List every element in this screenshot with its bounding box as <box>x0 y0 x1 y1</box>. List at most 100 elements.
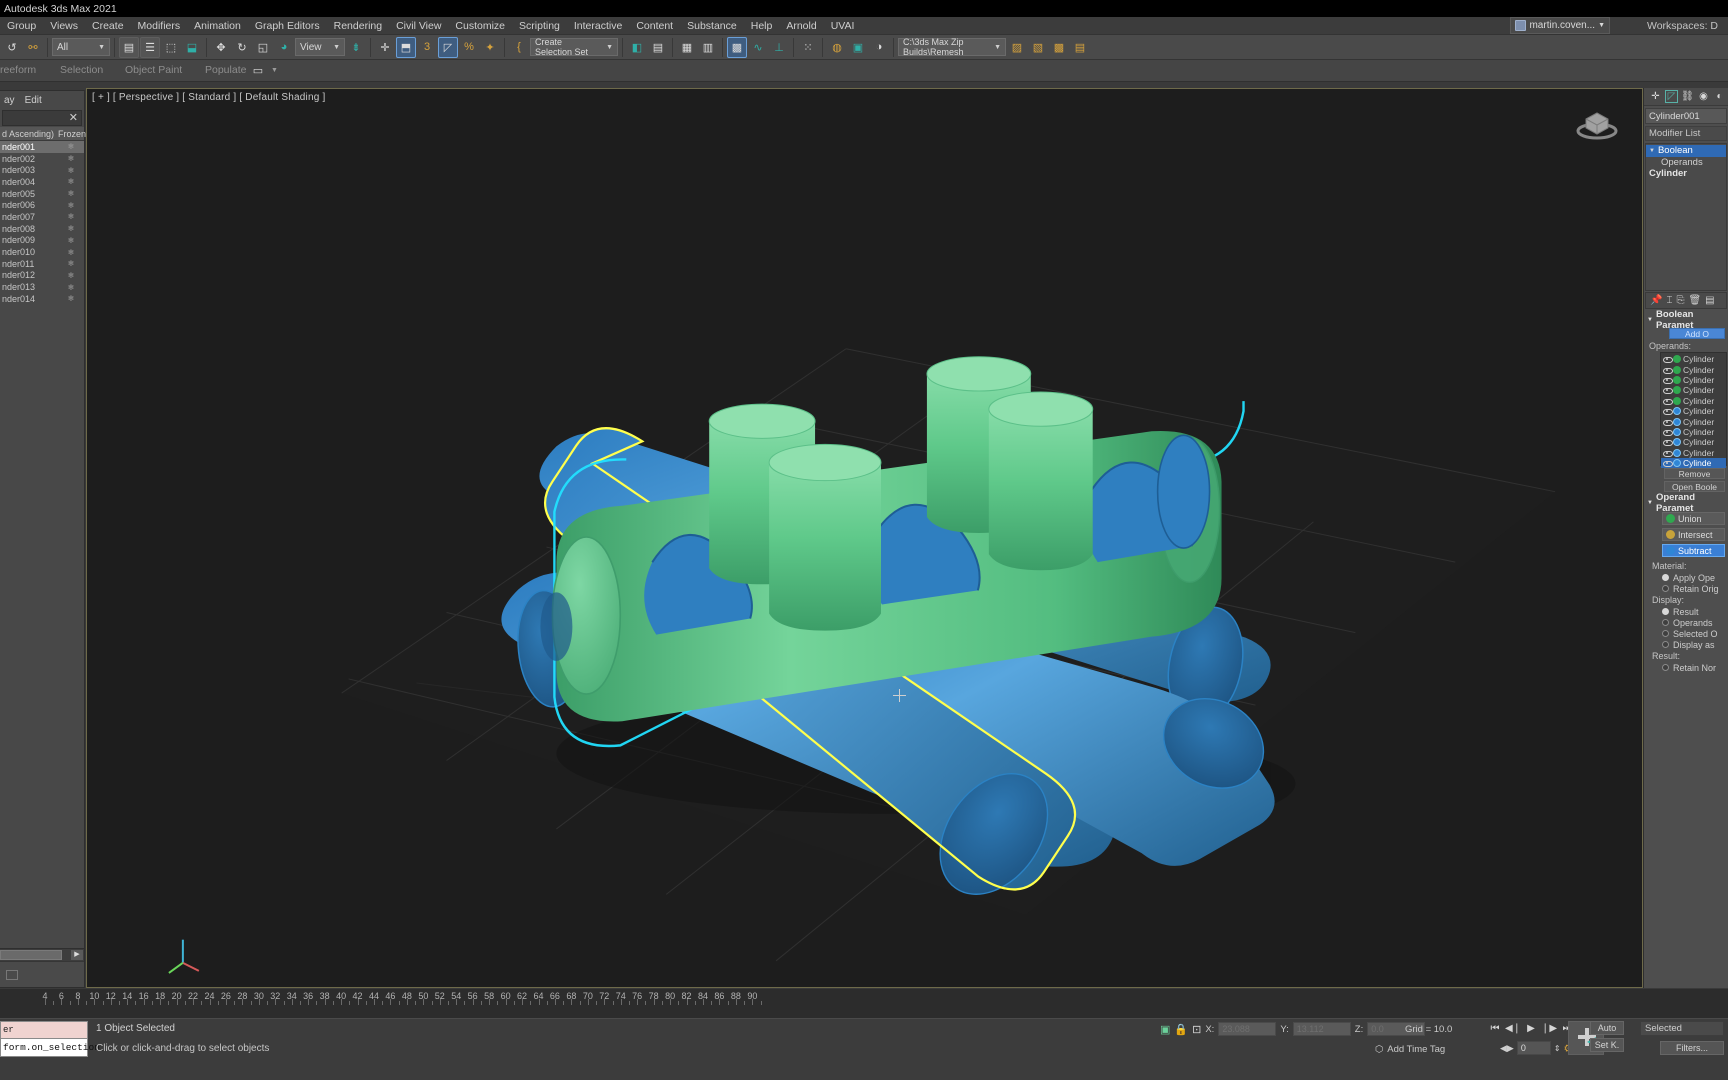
chevron-down-icon[interactable]: ▼ <box>1649 148 1655 154</box>
modifier-stack-item-operands[interactable]: Operands <box>1646 157 1726 169</box>
select-and-rotate-icon[interactable]: ↻ <box>232 37 252 58</box>
ribbon-toggle-icon[interactable]: ▥ <box>698 37 718 58</box>
frozen-state-icon[interactable]: ❄ <box>58 142 84 151</box>
auto-key-button[interactable]: Auto <box>1590 1021 1624 1035</box>
render-setup-icon[interactable]: ▣ <box>848 37 868 58</box>
object-name-field[interactable]: Cylinder001 <box>1645 108 1727 124</box>
tab-create[interactable]: ✛ <box>1649 90 1662 103</box>
frozen-state-icon[interactable]: ❄ <box>58 236 84 245</box>
radio-button-icon[interactable] <box>1662 574 1669 581</box>
material-option[interactable]: Apply Ope <box>1644 572 1728 583</box>
selection-lock-icon[interactable]: 🔒 <box>1174 1023 1188 1036</box>
operand-row[interactable]: Cylinder <box>1661 406 1726 416</box>
modifier-stack-item-boolean[interactable]: ▼ Boolean <box>1646 145 1726 157</box>
ribbon-tab-selection[interactable]: Selection <box>60 64 103 76</box>
display-option[interactable]: Selected O <box>1644 628 1728 639</box>
operand-parameters-rollout-header[interactable]: ▼ Operand Paramet <box>1644 492 1728 514</box>
perspective-viewport[interactable]: [ + ] [ Perspective ] [ Standard ] [ Def… <box>86 88 1643 988</box>
configure-modifier-sets-icon[interactable]: ▤ <box>1705 295 1714 306</box>
ribbon-tab-populate[interactable]: Populate <box>205 64 246 76</box>
menu-item-help[interactable]: Help <box>744 17 780 35</box>
operand-row[interactable]: Cylinder <box>1661 396 1726 406</box>
eye-visibility-icon[interactable] <box>1663 418 1673 426</box>
menu-item-modifiers[interactable]: Modifiers <box>131 17 188 35</box>
frozen-state-icon[interactable]: ❄ <box>58 248 84 257</box>
explorer-status-icon[interactable] <box>6 970 18 980</box>
column-header-name[interactable]: d Ascending) ▲ <box>0 129 58 139</box>
column-header-frozen[interactable]: Frozen <box>58 129 86 139</box>
current-frame-control[interactable]: ◀▶ 0 ⇕ ⚙ <box>1500 1041 1573 1055</box>
tab-motion[interactable]: ◉ <box>1697 90 1710 103</box>
modifier-stack-item-cylinder[interactable]: Cylinder <box>1646 168 1726 180</box>
close-icon[interactable]: ✕ <box>69 111 78 125</box>
scene-explorer-search-input[interactable]: ✕ <box>2 110 82 126</box>
eye-visibility-icon[interactable] <box>1663 386 1673 395</box>
schematic-view-icon[interactable]: ⊥ <box>769 37 789 58</box>
align-icon[interactable]: ▤ <box>648 37 668 58</box>
radio-button-icon[interactable] <box>1662 630 1669 637</box>
scene-explorer-row[interactable]: nder006 ❄ <box>0 199 84 211</box>
modifier-stack[interactable]: ▼ Boolean Operands Cylinder <box>1645 143 1727 291</box>
render-activeshade-icon[interactable]: ▩ <box>1049 37 1069 58</box>
absolute-relative-mode-icon[interactable]: ⊡ <box>1192 1023 1201 1036</box>
operand-row[interactable]: Cylinder <box>1661 375 1726 385</box>
operand-row[interactable]: Cylinder <box>1661 427 1726 437</box>
menu-item-group[interactable]: Group <box>0 17 43 35</box>
selection-filter-dropdown[interactable]: All ▼ <box>52 38 110 56</box>
render-cloud-icon[interactable]: ▤ <box>1070 37 1090 58</box>
y-field[interactable]: 13.112 <box>1292 1022 1351 1036</box>
frozen-state-icon[interactable]: ❄ <box>58 259 84 268</box>
render-frame-window-icon[interactable]: ◑ <box>869 37 889 58</box>
undo-icon[interactable]: ↺ <box>2 37 22 58</box>
modifier-list-dropdown[interactable]: Modifier List <box>1645 126 1727 141</box>
operand-row[interactable]: Cylinder <box>1661 416 1726 427</box>
frozen-state-icon[interactable]: ❄ <box>58 177 84 186</box>
select-and-place-icon[interactable]: ◕ <box>274 37 294 58</box>
scene-explorer-row[interactable]: nder009 ❄ <box>0 235 84 247</box>
curve-editor-icon[interactable]: ∿ <box>748 37 768 58</box>
eye-visibility-icon[interactable] <box>1663 438 1673 447</box>
scene-explorer-row[interactable]: nder003 ❄ <box>0 164 84 176</box>
display-option[interactable]: Result <box>1644 606 1728 617</box>
tab-modify[interactable]: ◸ <box>1665 90 1678 103</box>
viewport-label[interactable]: [ + ] [ Perspective ] [ Standard ] [ Def… <box>92 92 325 103</box>
isolate-selection-icon[interactable]: ▣ <box>1160 1023 1170 1036</box>
ribbon-tab-object-paint[interactable]: Object Paint <box>125 64 182 76</box>
eye-visibility-icon[interactable] <box>1663 459 1673 468</box>
scene-explorer-row[interactable]: nder004 ❄ <box>0 176 84 188</box>
menu-item-views[interactable]: Views <box>43 17 85 35</box>
menu-item-customize[interactable]: Customize <box>448 17 512 35</box>
set-key-mode-button[interactable]: Set K. <box>1590 1038 1624 1052</box>
eye-visibility-icon[interactable] <box>1663 355 1673 364</box>
go-to-start-icon[interactable]: ⏮ <box>1488 1021 1502 1035</box>
scene-explorer-row[interactable]: nder001 ❄ <box>0 141 84 153</box>
reference-coordinate-dropdown[interactable]: View ▼ <box>295 38 345 56</box>
menu-item-content[interactable]: Content <box>629 17 680 35</box>
project-path-dropdown[interactable]: C:\3ds Max Zip Builds\Remesh ▼ <box>898 37 1006 57</box>
select-by-name-icon[interactable]: ☰ <box>140 36 160 58</box>
previous-frame-icon[interactable]: ◀❘ <box>1505 1021 1521 1035</box>
maxscript-mini-listener[interactable]: er form.on_selection_ <box>0 1021 106 1059</box>
spinner-arrows-icon[interactable]: ◀▶ <box>1500 1043 1514 1054</box>
boolean-parameters-rollout-header[interactable]: ▼ Boolean Paramet <box>1644 309 1728 331</box>
tab-hierarchy[interactable]: ⛓ <box>1681 90 1694 103</box>
radio-button-icon[interactable] <box>1662 641 1669 648</box>
result-option[interactable]: Retain Nor <box>1644 662 1728 673</box>
timeline-bar[interactable]: 4 6 8 10 12 14 16 18 20 22 24 26 28 30 32 34 36 38 40 42 44 4… <box>0 988 1728 1018</box>
menu-item-civil-view[interactable]: Civil View <box>389 17 448 35</box>
current-frame-field[interactable]: 0 <box>1516 1041 1551 1055</box>
menu-item-substance[interactable]: Substance <box>680 17 744 35</box>
scene-explorer-row[interactable]: nder008 ❄ <box>0 223 84 235</box>
named-selection-set-dropdown[interactable]: Create Selection Set ▼ <box>530 37 618 57</box>
scene-explorer-row[interactable]: nder010 ❄ <box>0 246 84 258</box>
operand-row[interactable]: Cylinder <box>1661 385 1726 395</box>
horizontal-scrollbar[interactable]: ▶ <box>0 948 84 961</box>
pin-stack-icon[interactable]: 📌 <box>1650 295 1662 306</box>
timeline-ruler[interactable]: 4 6 8 10 12 14 16 18 20 22 24 26 28 30 32 34 36 38 40 42 44 4… <box>0 989 1728 1007</box>
add-time-tag-button[interactable]: ⬡ Add Time Tag <box>1375 1044 1445 1055</box>
frozen-state-icon[interactable]: ❄ <box>58 212 84 221</box>
explorer-menu-1[interactable]: Edit <box>25 95 42 106</box>
frozen-state-icon[interactable]: ❄ <box>58 154 84 163</box>
angle-snap-icon[interactable]: 3 <box>417 37 437 58</box>
material-editor-icon[interactable]: ◍ <box>827 37 847 58</box>
